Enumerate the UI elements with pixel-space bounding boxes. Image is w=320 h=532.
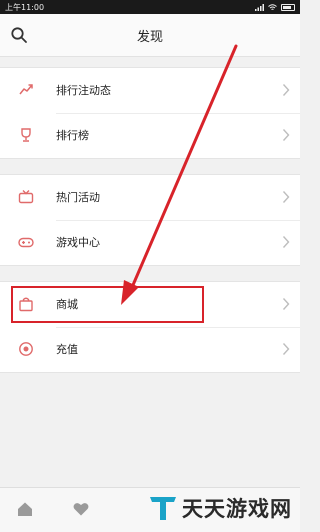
watermark: 天天游戏网 [148,490,292,526]
annotation-arrow [121,44,238,305]
home-icon[interactable] [16,500,34,518]
watermark-text: 天天游戏网 [182,497,292,521]
letter-t-logo [150,497,176,520]
heart-icon[interactable] [72,500,90,518]
